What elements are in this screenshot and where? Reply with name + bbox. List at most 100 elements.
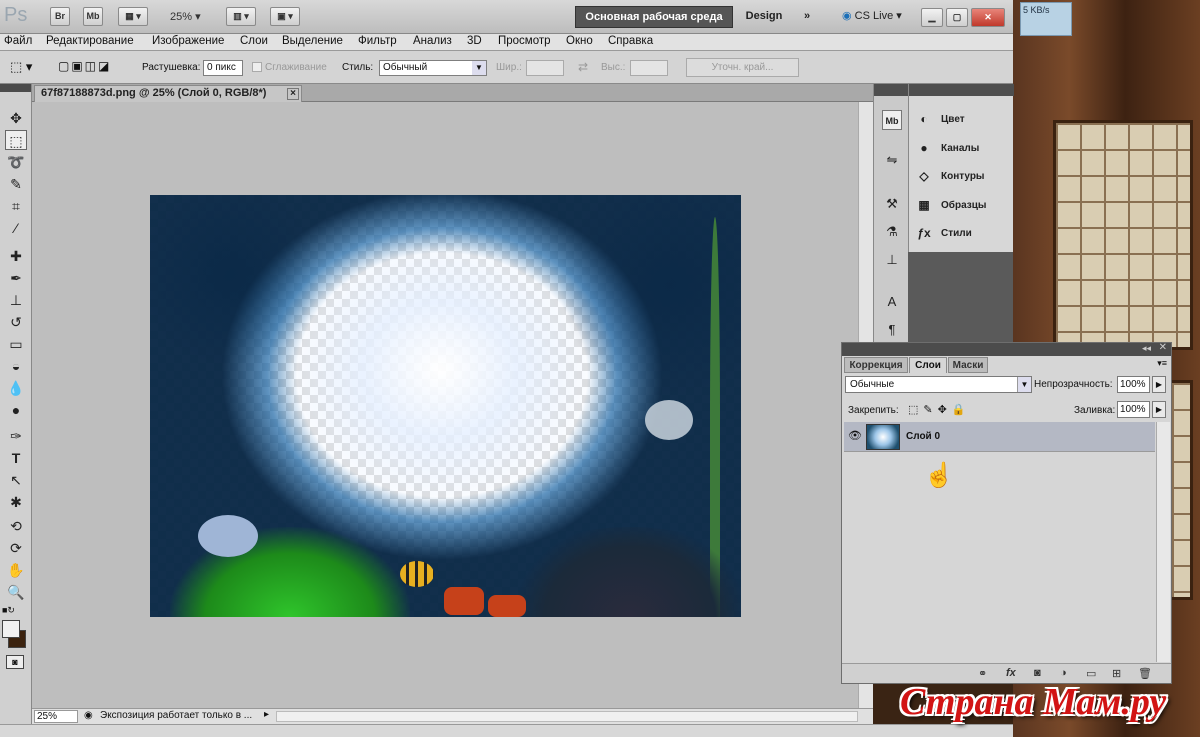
opacity-input[interactable]: 100% bbox=[1117, 376, 1150, 393]
new-layer-icon[interactable]: ⊞ bbox=[1112, 667, 1121, 680]
refine-edge-button[interactable]: Уточн. край... bbox=[686, 58, 799, 77]
adjustment-layer-icon[interactable]: ◑ bbox=[1060, 667, 1067, 679]
foreground-color-swatch[interactable] bbox=[2, 620, 20, 638]
menu-view[interactable]: Просмотр bbox=[498, 35, 551, 47]
close-window-button[interactable]: ✕ bbox=[971, 8, 1005, 27]
3d-orbit-tool-icon[interactable]: ⟳ bbox=[5, 538, 27, 558]
layer-row[interactable]: 👁 Слой 0 bbox=[844, 422, 1155, 452]
width-input[interactable] bbox=[526, 60, 564, 76]
delete-layer-icon[interactable]: 🗑 bbox=[1138, 667, 1152, 680]
tool-presets-panel-icon[interactable]: ⚗ bbox=[882, 222, 902, 242]
view-extras-button[interactable]: ▦ ▾ bbox=[118, 7, 148, 26]
healing-brush-tool-icon[interactable]: ✚ bbox=[5, 246, 27, 266]
panel-menu-icon[interactable]: ▾≡ bbox=[1157, 358, 1167, 369]
selection-mode-icons[interactable]: ▢▣◫◪ bbox=[58, 59, 128, 75]
layer-name[interactable]: Слой 0 bbox=[906, 431, 940, 442]
menu-window[interactable]: Окно bbox=[566, 35, 593, 47]
tool-preset-picker[interactable]: ⬚ ▾ bbox=[10, 59, 44, 75]
menu-select[interactable]: Выделение bbox=[282, 35, 343, 47]
fill-input[interactable]: 100% bbox=[1117, 401, 1150, 418]
clone-stamp-tool-icon[interactable]: ⊥ bbox=[5, 290, 27, 310]
3d-rotate-tool-icon[interactable]: ⟲ bbox=[5, 516, 27, 536]
screen-mode-button[interactable]: ▣ ▾ bbox=[270, 7, 300, 26]
move-tool-icon[interactable]: ✥ bbox=[5, 108, 27, 128]
paths-panel-button[interactable]: ◇ Контуры bbox=[915, 165, 1011, 189]
arrange-documents-button[interactable]: ▥ ▾ bbox=[226, 7, 256, 26]
eyedropper-tool-icon[interactable]: ⁄ bbox=[5, 218, 27, 238]
add-style-icon[interactable]: fx bbox=[1006, 667, 1016, 679]
tab-adjustments[interactable]: Коррекция bbox=[844, 357, 908, 373]
default-colors-icon[interactable]: ■↻ bbox=[2, 605, 15, 616]
marquee-tool-icon[interactable]: ⬚ bbox=[5, 130, 27, 150]
lock-icons[interactable]: ⬚✎✥🔒 bbox=[908, 403, 971, 416]
new-group-icon[interactable]: ▭ bbox=[1086, 667, 1096, 680]
crop-tool-icon[interactable]: ⌗ bbox=[5, 196, 27, 216]
bridge-button[interactable]: Br bbox=[50, 7, 70, 26]
fill-slider-button[interactable]: ▶ bbox=[1152, 401, 1166, 418]
eraser-tool-icon[interactable]: ▭ bbox=[5, 334, 27, 354]
menu-edit[interactable]: Редактирование bbox=[46, 35, 134, 47]
tab-masks[interactable]: Маски bbox=[948, 357, 988, 373]
menu-file[interactable]: Файл bbox=[4, 35, 32, 47]
zoom-dropdown[interactable]: 25% ▾ bbox=[170, 10, 201, 23]
workspace-design-button[interactable]: Design bbox=[740, 6, 788, 28]
menu-3d[interactable]: 3D bbox=[467, 35, 482, 47]
document-tab[interactable]: 67f87188873d.png @ 25% (Слой 0, RGB/8*) … bbox=[34, 85, 302, 102]
swap-icon[interactable]: ⇄ bbox=[578, 60, 588, 74]
minimize-button[interactable]: ▁ bbox=[921, 8, 943, 27]
status-zoom-field[interactable]: 25% bbox=[34, 710, 78, 723]
lasso-tool-icon[interactable]: ➰ bbox=[5, 152, 27, 172]
clone-source-panel-icon[interactable]: ⊥ bbox=[882, 250, 902, 270]
swatches-panel-button[interactable]: ▦ Образцы bbox=[915, 194, 1011, 218]
mini-bridge-panel-icon[interactable]: Mb bbox=[882, 110, 902, 130]
quick-select-tool-icon[interactable]: ✎ bbox=[5, 174, 27, 194]
status-options-icon[interactable]: ◉ bbox=[84, 710, 93, 721]
opacity-slider-button[interactable]: ▶ bbox=[1152, 376, 1166, 393]
collapse-icon[interactable]: ◂◂ bbox=[1142, 343, 1151, 354]
mini-bridge-button[interactable]: Mb bbox=[83, 7, 103, 26]
antialias-checkbox[interactable] bbox=[252, 62, 262, 72]
menu-image[interactable]: Изображение bbox=[152, 35, 224, 47]
history-panel-icon[interactable]: ⇋ bbox=[882, 150, 902, 170]
layers-scrollbar[interactable] bbox=[1156, 422, 1170, 662]
actions-panel-icon[interactable]: ⚒ bbox=[882, 194, 902, 214]
path-select-tool-icon[interactable]: ↖ bbox=[5, 470, 27, 490]
paint-bucket-tool-icon[interactable]: ◒ bbox=[5, 356, 27, 376]
status-arrow-icon[interactable]: ▸ bbox=[264, 709, 269, 720]
menu-layer[interactable]: Слои bbox=[240, 35, 268, 47]
blend-mode-select[interactable]: Обычные ▼ bbox=[845, 376, 1032, 393]
menu-help[interactable]: Справка bbox=[608, 35, 653, 47]
more-workspaces-icon[interactable]: » bbox=[795, 6, 819, 28]
eye-visibility-icon[interactable]: 👁 bbox=[848, 429, 862, 442]
cs-live-button[interactable]: ◉ CS Live ▾ bbox=[842, 9, 902, 22]
hand-tool-icon[interactable]: ✋ bbox=[5, 560, 27, 580]
maximize-button[interactable]: ▢ bbox=[946, 8, 968, 27]
height-input[interactable] bbox=[630, 60, 668, 76]
zoom-tool-icon[interactable]: 🔍 bbox=[5, 582, 27, 602]
add-mask-icon[interactable]: ◙ bbox=[1034, 667, 1041, 679]
canvas-horizontal-scrollbar[interactable] bbox=[276, 711, 858, 722]
shape-tool-icon[interactable]: ✱ bbox=[5, 492, 27, 512]
blur-tool-icon[interactable]: 💧 bbox=[5, 378, 27, 398]
document-image[interactable] bbox=[150, 195, 741, 617]
menu-filter[interactable]: Фильтр bbox=[358, 35, 397, 47]
feather-input[interactable]: 0 пикс bbox=[203, 60, 243, 76]
dodge-tool-icon[interactable]: ● bbox=[5, 400, 27, 420]
pen-tool-icon[interactable]: ✑ bbox=[5, 426, 27, 446]
styles-panel-button[interactable]: ƒx Стили bbox=[915, 222, 1011, 246]
channels-panel-button[interactable]: ● Каналы bbox=[915, 137, 1011, 161]
type-tool-icon[interactable]: T bbox=[5, 448, 27, 468]
character-panel-icon[interactable]: A bbox=[882, 292, 902, 312]
brush-tool-icon[interactable]: ✒ bbox=[5, 268, 27, 288]
menu-analysis[interactable]: Анализ bbox=[413, 35, 452, 47]
close-tab-icon[interactable]: × bbox=[287, 88, 299, 100]
tab-layers[interactable]: Слои bbox=[909, 357, 947, 373]
quick-mask-icon[interactable]: ◙ bbox=[6, 655, 24, 669]
style-select[interactable]: Обычный ▼ bbox=[379, 60, 487, 76]
link-layers-icon[interactable]: ⚭ bbox=[978, 667, 987, 680]
workspace-essentials-button[interactable]: Основная рабочая среда bbox=[575, 6, 733, 28]
paragraph-panel-icon[interactable]: ¶ bbox=[882, 320, 902, 340]
close-panel-icon[interactable]: ✕ bbox=[1159, 342, 1167, 353]
color-panel-button[interactable]: ◐ Цвет bbox=[915, 108, 1011, 132]
history-brush-tool-icon[interactable]: ↺ bbox=[5, 312, 27, 332]
